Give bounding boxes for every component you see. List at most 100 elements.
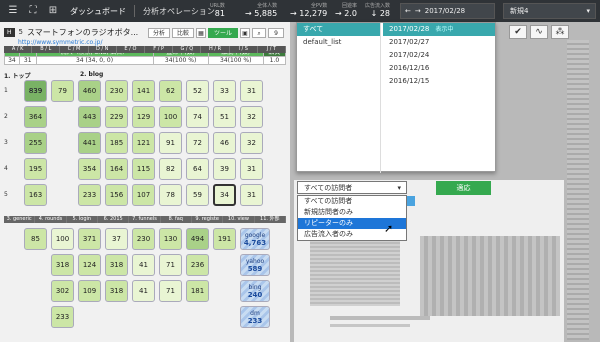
heatmap-cell[interactable]: 31: [240, 158, 263, 180]
heatmap-cell[interactable]: 100: [159, 106, 182, 128]
segment-select[interactable]: 新規4 ▾: [503, 3, 596, 19]
heatmap-cell[interactable]: 494: [186, 228, 209, 250]
heatmap-cell[interactable]: 185: [105, 132, 128, 154]
heatmap-cell[interactable]: 318: [105, 280, 128, 302]
date-item[interactable]: 2017/02/24: [383, 49, 495, 62]
referrer-cell[interactable]: yahoo 589: [240, 254, 270, 276]
heatmap-cell[interactable]: 236: [186, 254, 209, 276]
heatmap-cell[interactable]: 195: [24, 158, 47, 180]
heatmap-cell[interactable]: 460: [78, 80, 101, 102]
analyze-button[interactable]: 分析: [148, 28, 170, 38]
heatmap-cell[interactable]: 31: [240, 184, 263, 206]
heatmap-cell[interactable]: 85: [24, 228, 47, 250]
heatmap-cell[interactable]: 181: [186, 280, 209, 302]
heatmap-cell[interactable]: 33: [213, 80, 236, 102]
heatmap-cell[interactable]: 52: [186, 80, 209, 102]
heatmap-cell: [51, 184, 74, 206]
heatmap-cell[interactable]: 72: [186, 132, 209, 154]
date-item[interactable]: 2017/02/28 表示中: [383, 23, 495, 36]
date-item[interactable]: 2017/02/27: [383, 36, 495, 49]
heatmap-cell[interactable]: 443: [78, 106, 101, 128]
heatmap-cell[interactable]: 115: [132, 158, 155, 180]
date-picker[interactable]: ← → 2017/02/28: [400, 3, 495, 19]
heatmap-cell[interactable]: 46: [213, 132, 236, 154]
heatmap-cell[interactable]: 100: [51, 228, 74, 250]
heatmap-cell[interactable]: 34: [213, 184, 236, 206]
scroll-track[interactable]: [567, 40, 589, 340]
heatmap-cell[interactable]: 129: [132, 106, 155, 128]
dropdown-option[interactable]: すべての訪問者: [298, 196, 406, 207]
heatmap-cell[interactable]: 51: [213, 106, 236, 128]
heatmap-cell[interactable]: 62: [159, 80, 182, 102]
heatmap-cell[interactable]: 230: [105, 80, 128, 102]
heatmap-cell[interactable]: 255: [24, 132, 47, 154]
heatmap-cell[interactable]: 163: [24, 184, 47, 206]
heatmap-cell[interactable]: 191: [213, 228, 236, 250]
heatmap-cell[interactable]: 37: [105, 228, 128, 250]
heatmap-cell[interactable]: 91: [159, 132, 182, 154]
grid-icon[interactable]: ▦: [196, 28, 206, 38]
referrer-cell[interactable]: google 4,763: [240, 228, 270, 250]
date-item[interactable]: 2016/12/15: [383, 75, 495, 88]
heatmap-cell[interactable]: 41: [132, 280, 155, 302]
heatmap-cell[interactable]: 31: [240, 80, 263, 102]
date-item[interactable]: 2016/12/16: [383, 62, 495, 75]
heatmap-cell[interactable]: 441: [78, 132, 101, 154]
dashboard-title[interactable]: ダッシュボード: [70, 6, 126, 17]
heatmap-cell[interactable]: 71: [159, 254, 182, 276]
expand-icon[interactable]: ⛶: [26, 4, 40, 18]
referrer-cell[interactable]: bing 240: [240, 280, 270, 302]
heatmap-cell[interactable]: 156: [105, 184, 128, 206]
menu-icon[interactable]: ☰: [6, 4, 20, 18]
wave-icon[interactable]: ∿: [530, 25, 548, 39]
check-icon[interactable]: ✔: [509, 25, 527, 39]
heatmap-cell[interactable]: 64: [186, 158, 209, 180]
layout-icon[interactable]: ⊞: [46, 4, 60, 18]
heatmap-cell[interactable]: 318: [105, 254, 128, 276]
page-url[interactable]: http://www.symmetric.co.jp/: [18, 39, 102, 46]
heatmap-cell[interactable]: 318: [51, 254, 74, 276]
compare-button[interactable]: 比較: [172, 28, 194, 38]
heatmap-cell[interactable]: 164: [105, 158, 128, 180]
heatmap-cell[interactable]: 230: [132, 228, 155, 250]
heatmap-cell[interactable]: 121: [132, 132, 155, 154]
heatmap-cell[interactable]: 354: [78, 158, 101, 180]
image-icon[interactable]: ▣: [240, 28, 250, 38]
heatmap-cell[interactable]: 71: [159, 280, 182, 302]
heatmap-cell[interactable]: 107: [132, 184, 155, 206]
heatmap-cell[interactable]: 109: [78, 280, 101, 302]
preview-text: [330, 324, 410, 327]
group-item[interactable]: default_list: [297, 36, 380, 49]
zoom-icon[interactable]: ⌕: [252, 28, 266, 38]
heatmap-cell[interactable]: 233: [51, 306, 74, 328]
heatmap-cell[interactable]: 233: [78, 184, 101, 206]
arrow-left-icon[interactable]: ←: [405, 7, 411, 15]
heatmap-cell[interactable]: 364: [24, 106, 47, 128]
analysis-operation-link[interactable]: 分析オペレーション: [143, 6, 215, 17]
heatmap-cell[interactable]: 839: [24, 80, 47, 102]
heatmap-cell[interactable]: 74: [186, 106, 209, 128]
heatmap-cell[interactable]: 130: [159, 228, 182, 250]
heatmap-cell[interactable]: 124: [78, 254, 101, 276]
heatmap-cell[interactable]: 82: [159, 158, 182, 180]
count-badge[interactable]: 9: [268, 28, 284, 38]
heatmap-cell[interactable]: 302: [51, 280, 74, 302]
referrer-cell[interactable]: dm 233: [240, 306, 270, 328]
heatmap-cell[interactable]: 39: [213, 158, 236, 180]
heatmap-cell[interactable]: 41: [132, 254, 155, 276]
dropdown-option[interactable]: 新規訪問者のみ: [298, 207, 406, 218]
arrow-right-icon[interactable]: →: [415, 7, 421, 15]
heatmap-cell[interactable]: 141: [132, 80, 155, 102]
heatmap-cell[interactable]: 79: [51, 80, 74, 102]
visitor-select[interactable]: すべての訪問者 ▾: [297, 181, 407, 194]
heatmap-cell[interactable]: 229: [105, 106, 128, 128]
heatmap-cell[interactable]: 32: [240, 132, 263, 154]
apply-button[interactable]: 適応: [436, 181, 491, 195]
heatmap-cell[interactable]: 32: [240, 106, 263, 128]
tool-button[interactable]: ツール: [208, 28, 238, 38]
heatmap-cell[interactable]: 371: [78, 228, 101, 250]
network-icon[interactable]: ⁂: [551, 25, 569, 39]
heatmap-cell[interactable]: 59: [186, 184, 209, 206]
group-item[interactable]: すべて: [297, 23, 380, 36]
heatmap-cell[interactable]: 78: [159, 184, 182, 206]
